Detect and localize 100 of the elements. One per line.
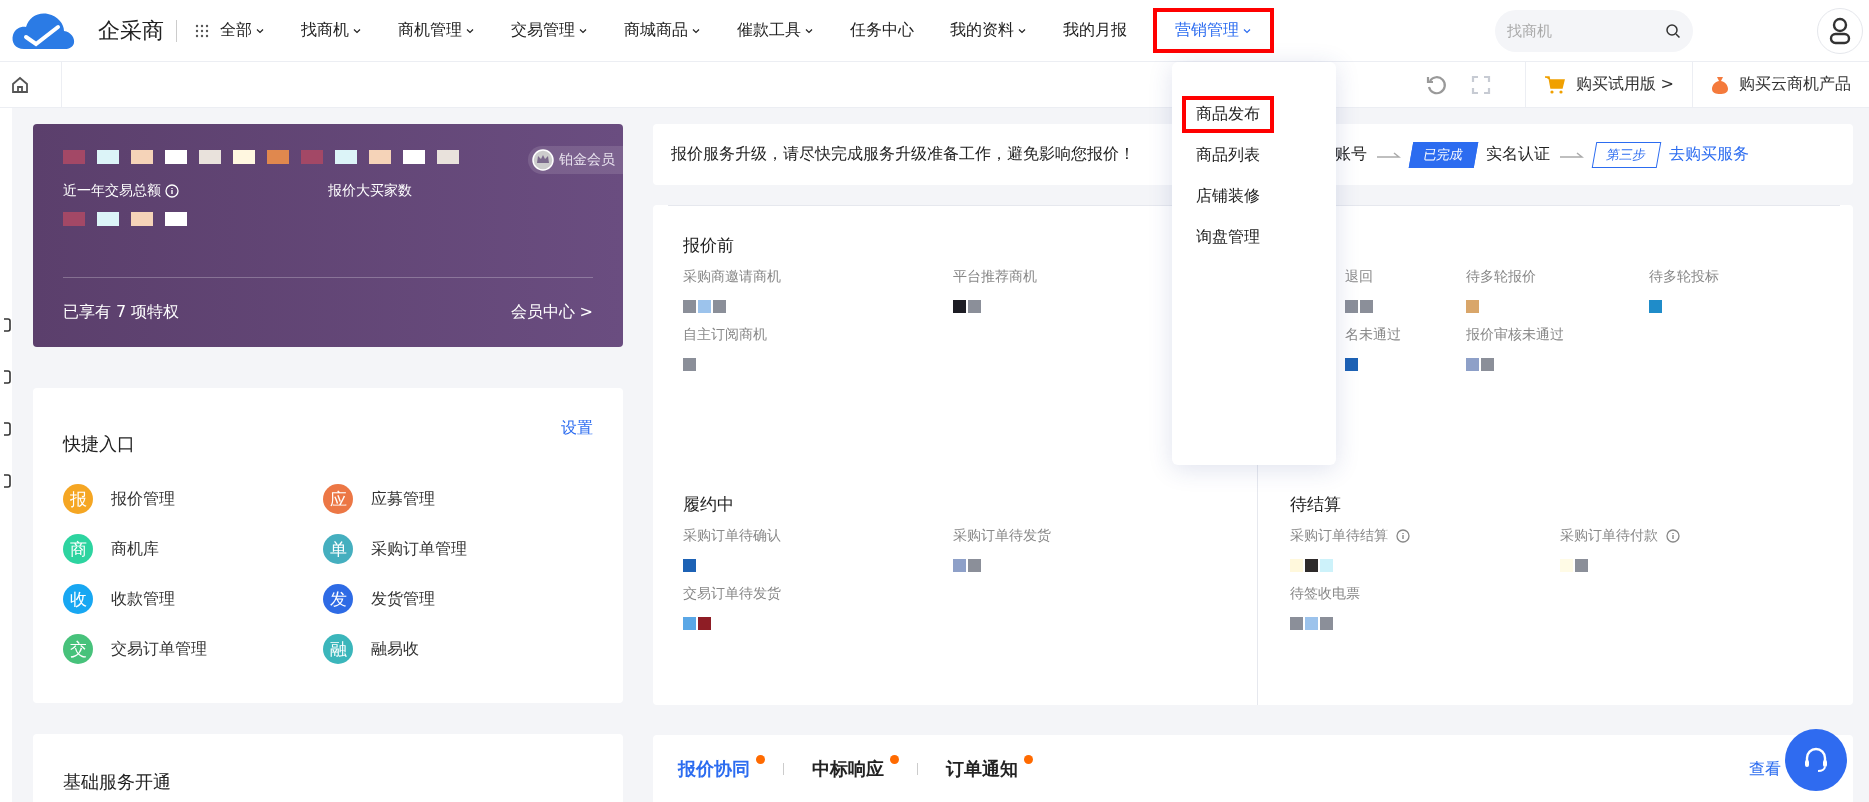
money-bag-icon [1711,74,1729,95]
message-tab[interactable]: 订单通知 [946,757,1018,781]
buy-trial-button[interactable]: 购买试用版 > [1524,62,1692,107]
entry-icon: 应 [323,484,353,514]
nav-item[interactable]: 任务中心 [840,8,924,53]
pixelated-value [683,358,698,372]
view-more-link[interactable]: 查看 [1749,759,1781,780]
sidebar-icon[interactable] [4,318,12,332]
nav-item[interactable]: 商机管理 [388,8,485,53]
entry-icon: 交 [63,634,93,664]
quick-entry-item[interactable]: 发 发货管理 [323,584,583,614]
crown-icon [532,149,554,171]
stat-label: 待签收电票 [1290,585,1360,603]
pixelated-value [683,617,713,631]
quick-entry-item[interactable]: 商 商机库 [63,534,323,564]
nav-item[interactable]: 找商机 [291,8,372,53]
user-icon [1829,16,1851,45]
pixelated-value [1466,358,1496,372]
step-label: 实名认证 [1486,144,1550,165]
step-label: 账号 [1335,144,1367,165]
privileges-text: 已享有 7 项特权 [63,302,180,323]
info-icon [165,184,179,198]
section-title: 履约中 [683,494,734,514]
headset-icon [1802,747,1830,773]
stat-label: 采购订单待发货 [953,527,1051,545]
stat-label: 交易订单待发货 [683,585,781,603]
section-title: 报价前 [683,235,734,255]
nav-item[interactable]: 营销管理 [1153,8,1274,53]
message-tab[interactable]: 中标响应 [812,757,884,781]
cart-icon [1543,74,1566,95]
menu-item[interactable]: 店铺装修 [1184,180,1272,213]
entry-icon: 单 [323,534,353,564]
brand-name: 企采商 [98,19,177,42]
pixelated-value [1560,559,1590,573]
stat-label: 待多轮报价 [1466,268,1536,286]
nav-item[interactable]: 催款工具 [727,8,824,53]
menu-item[interactable]: 商品列表 [1184,139,1272,172]
menu-item[interactable]: 询盘管理 [1184,221,1272,254]
grid-icon [195,23,209,38]
entry-icon: 收 [63,584,93,614]
stat-label: 自主订阅商机 [683,326,767,344]
card-title: 基础服务开通 [63,771,171,792]
buy-service-link[interactable]: 去购买服务 [1669,144,1749,165]
nav-item[interactable]: 全部 [185,8,275,53]
card-title: 快捷入口 [63,432,135,456]
menu-item[interactable]: 商品发布 [1184,98,1272,131]
fullscreen-icon [1470,74,1491,95]
stat-label: 采购订单待确认 [683,527,781,545]
stat-label: 退回 [1345,268,1373,286]
pixelated-value [953,559,983,573]
pixelated-value [1345,358,1360,372]
quick-entry-item[interactable]: 报 报价管理 [63,484,323,514]
pixelated-value [683,300,728,314]
step-badge: 已完成 [1408,141,1479,168]
stat-label: 近一年交易总额 [63,182,161,200]
search-icon [1665,22,1681,39]
sidebar-icon[interactable] [4,474,12,488]
home-icon[interactable] [10,74,30,95]
search-field[interactable]: 找商机 [1495,9,1693,52]
info-icon [1666,529,1680,543]
quick-entry-item[interactable]: 交 交易订单管理 [63,634,323,664]
quick-entry-item[interactable]: 收 收款管理 [63,584,323,614]
pixelated-value [683,559,698,573]
stat-label: 报价大买家数 [328,182,412,200]
quick-entry-item[interactable]: 应 应募管理 [323,484,583,514]
entry-icon: 发 [323,584,353,614]
pixelated-value [1290,617,1335,631]
entry-icon: 融 [323,634,353,664]
stat-label: 平台推荐商机 [953,268,1037,286]
stat-label: 报价审核未通过 [1466,326,1564,344]
pixelated-value [1466,300,1481,314]
nav-item[interactable]: 我的月报 [1053,8,1137,53]
entry-icon: 商 [63,534,93,564]
sidebar-icon[interactable] [4,370,12,384]
quick-entry-item[interactable]: 融 融易收 [323,634,583,664]
sidebar-icon[interactable] [4,422,12,436]
member-center-link[interactable]: 会员中心 > [510,302,593,323]
stat-label: 待多轮投标 [1649,268,1719,286]
pixelated-value [1290,559,1335,573]
settings-link[interactable]: 设置 [561,418,593,439]
stat-label: 采购商邀请商机 [683,268,781,286]
stat-label: 采购订单待结算 [1290,527,1388,545]
info-icon [1396,529,1410,543]
message-tab[interactable]: 报价协同 [678,757,750,781]
buy-product-button[interactable]: 购买云商机产品 [1692,62,1869,107]
pixelated-value [953,300,983,314]
entry-icon: 报 [63,484,93,514]
membership-badge: 铂金会员 [528,146,623,174]
stat-label: 名未通过 [1345,326,1401,344]
pixelated-value [1345,300,1375,314]
section-title: 待结算 [1290,494,1341,514]
nav-item[interactable]: 商城商品 [614,8,711,53]
quick-entry-item[interactable]: 单 采购订单管理 [323,534,583,564]
refresh-icon [1424,73,1447,96]
nav-item[interactable]: 我的资料 [940,8,1037,53]
nav-item[interactable]: 交易管理 [501,8,598,53]
step-badge: 第三步 [1591,141,1662,168]
stat-label: 采购订单待付款 [1560,527,1658,545]
pixelated-value [1649,300,1664,314]
notice-text: 报价服务升级，请尽快完成服务升级准备工作，避免影响您报价！ [671,144,1135,165]
